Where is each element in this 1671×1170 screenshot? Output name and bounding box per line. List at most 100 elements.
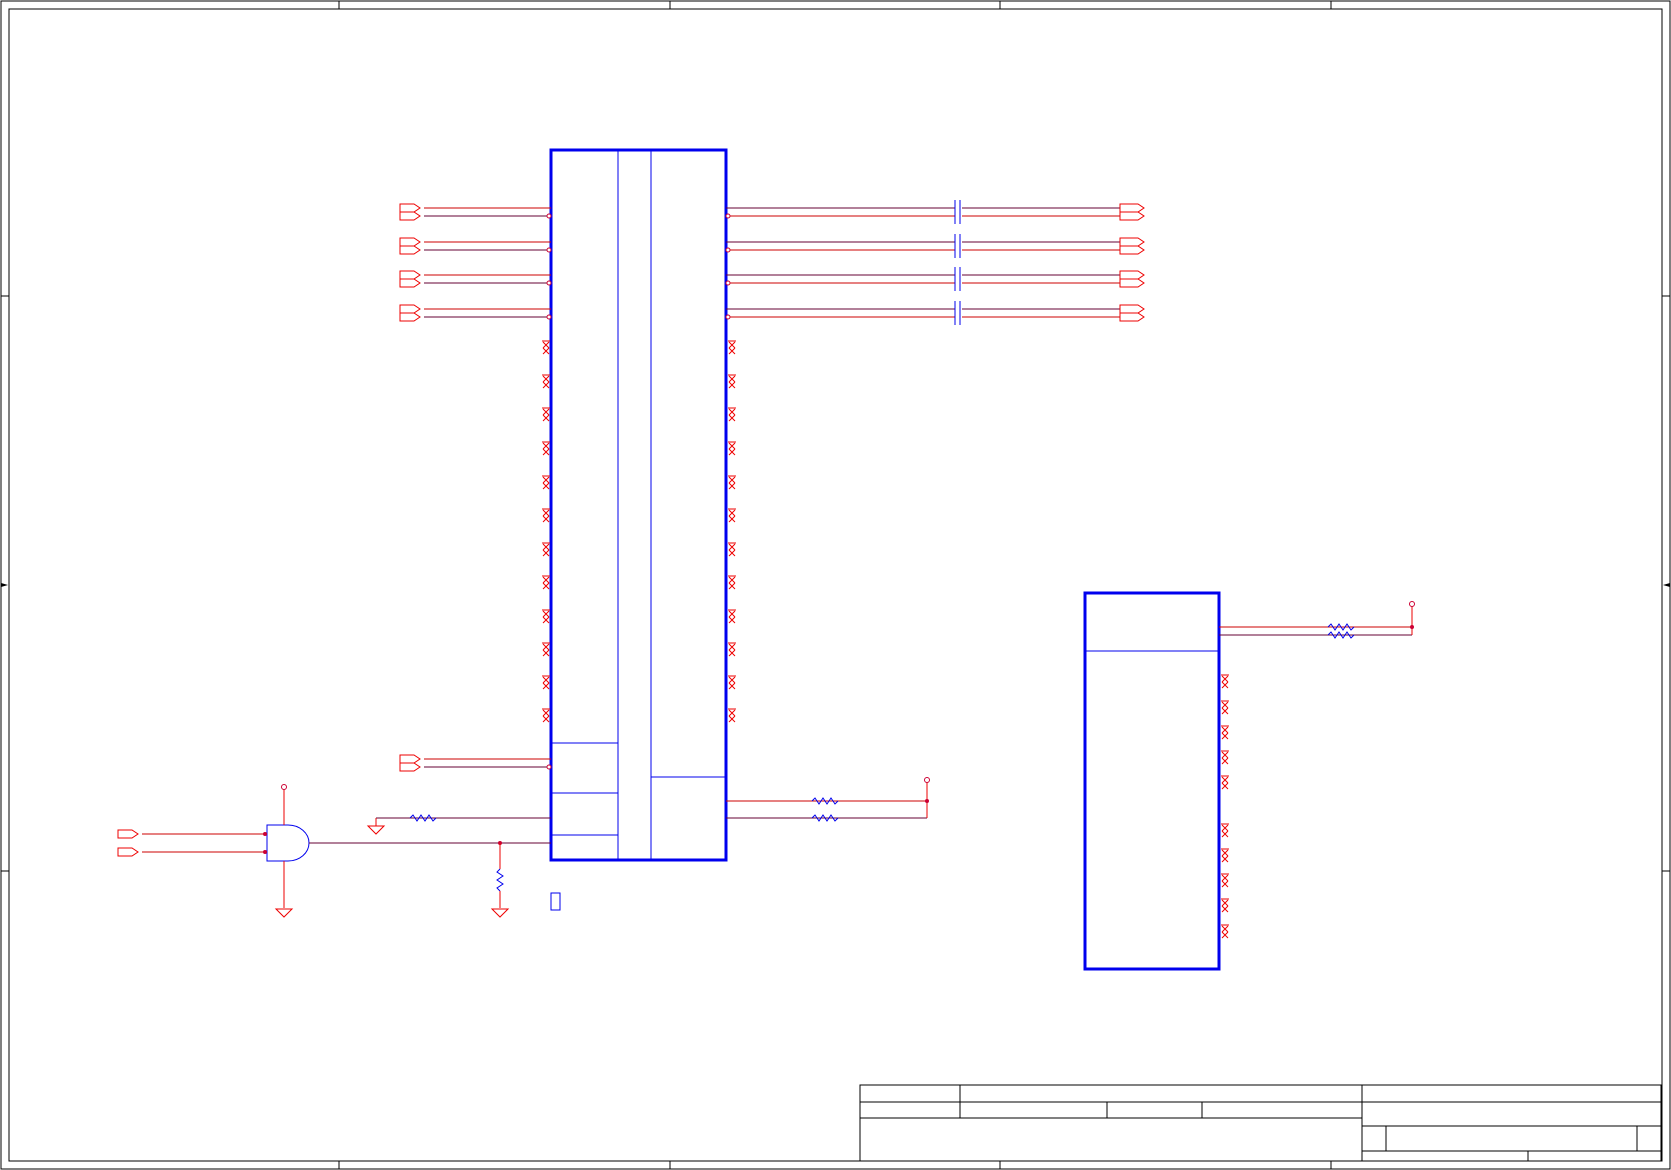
no-connect-mark (542, 643, 550, 651)
pin-dot (546, 213, 552, 219)
pin-dot (546, 764, 552, 770)
no-connect-mark (1221, 824, 1229, 832)
no-connect-mark (728, 715, 736, 723)
no-connect-mark (728, 347, 736, 355)
no-connect-mark (1221, 931, 1229, 939)
no-connect-mark (728, 448, 736, 456)
no-connect-mark (728, 341, 736, 349)
port-connector (117, 847, 139, 857)
no-connect-mark (542, 709, 550, 717)
pin-dot (546, 280, 552, 286)
no-connect-mark (542, 515, 550, 523)
port-connector (399, 754, 421, 764)
no-connect-mark (728, 381, 736, 389)
port-connector (1119, 245, 1145, 255)
port-connector (1119, 278, 1145, 288)
pullup-resistors-secondary (1219, 601, 1415, 639)
pin-dot (725, 280, 731, 286)
schematic-sheet (0, 0, 1671, 1170)
no-connect-mark (728, 408, 736, 416)
dynamic-wiring (117, 200, 1229, 939)
ic-main (549, 148, 728, 862)
no-connect-mark (542, 408, 550, 416)
no-connect-mark (542, 347, 550, 355)
no-connect-mark (1221, 874, 1229, 882)
no-connect-mark (1221, 681, 1229, 689)
no-connect-mark (542, 375, 550, 383)
no-connect-mark (542, 676, 550, 684)
port-connector (399, 245, 421, 255)
no-connect-mark (1221, 751, 1229, 759)
no-connect-mark (1221, 701, 1229, 709)
no-connect-mark (1221, 899, 1229, 907)
no-connect-mark (542, 381, 550, 389)
no-connect-mark (1221, 855, 1229, 863)
no-connect-mark (1221, 782, 1229, 790)
port-connector (399, 312, 421, 322)
no-connect-mark (728, 509, 736, 517)
no-connect-mark (728, 576, 736, 584)
no-connect-mark (728, 442, 736, 450)
no-connect-mark (542, 414, 550, 422)
no-connect-mark (1221, 707, 1229, 715)
port-connector (1119, 312, 1145, 322)
no-connect-mark (542, 649, 550, 657)
no-connect-mark (728, 543, 736, 551)
no-connect-mark (1221, 905, 1229, 913)
no-connect-mark (728, 643, 736, 651)
no-connect-mark (542, 610, 550, 618)
no-connect-mark (542, 549, 550, 557)
no-connect-mark (1221, 925, 1229, 933)
and-gate (142, 784, 551, 918)
no-connect-mark (728, 375, 736, 383)
no-connect-mark (542, 715, 550, 723)
no-connect-mark (542, 543, 550, 551)
no-connect-mark (728, 515, 736, 523)
title-block (859, 1084, 1662, 1162)
ground-resistor-left (366, 814, 551, 835)
no-connect-mark (1221, 675, 1229, 683)
no-connect-mark (542, 509, 550, 517)
no-connect-mark (728, 482, 736, 490)
refdes-marker (550, 892, 561, 911)
port-connector (399, 278, 421, 288)
port-connector (1119, 211, 1145, 221)
no-connect-mark (728, 649, 736, 657)
no-connect-mark (1221, 830, 1229, 838)
no-connect-mark (542, 616, 550, 624)
no-connect-mark (1221, 880, 1229, 888)
port-connector (1119, 203, 1145, 213)
no-connect-mark (542, 341, 550, 349)
no-connect-mark (1221, 849, 1229, 857)
port-connector (1119, 304, 1145, 314)
pin-dot (546, 247, 552, 253)
pin-dot (546, 314, 552, 320)
no-connect-mark (728, 549, 736, 557)
no-connect-mark (728, 414, 736, 422)
port-connector (399, 237, 421, 247)
pin-dot (725, 247, 731, 253)
no-connect-mark (728, 582, 736, 590)
no-connect-mark (1221, 726, 1229, 734)
no-connect-mark (728, 616, 736, 624)
no-connect-mark (542, 442, 550, 450)
no-connect-mark (542, 482, 550, 490)
no-connect-mark (542, 448, 550, 456)
port-connector (399, 304, 421, 314)
no-connect-mark (542, 682, 550, 690)
no-connect-mark (728, 610, 736, 618)
port-connector (399, 203, 421, 213)
no-connect-mark (1221, 776, 1229, 784)
no-connect-mark (728, 682, 736, 690)
no-connect-mark (542, 582, 550, 590)
no-connect-mark (542, 476, 550, 484)
pin-dot (725, 314, 731, 320)
port-connector (399, 211, 421, 221)
no-connect-mark (728, 476, 736, 484)
pin-dot (725, 213, 731, 219)
no-connect-mark (1221, 757, 1229, 765)
port-connector (117, 829, 139, 839)
port-connector (399, 762, 421, 772)
sheet-border (0, 0, 1671, 1170)
no-connect-mark (728, 709, 736, 717)
